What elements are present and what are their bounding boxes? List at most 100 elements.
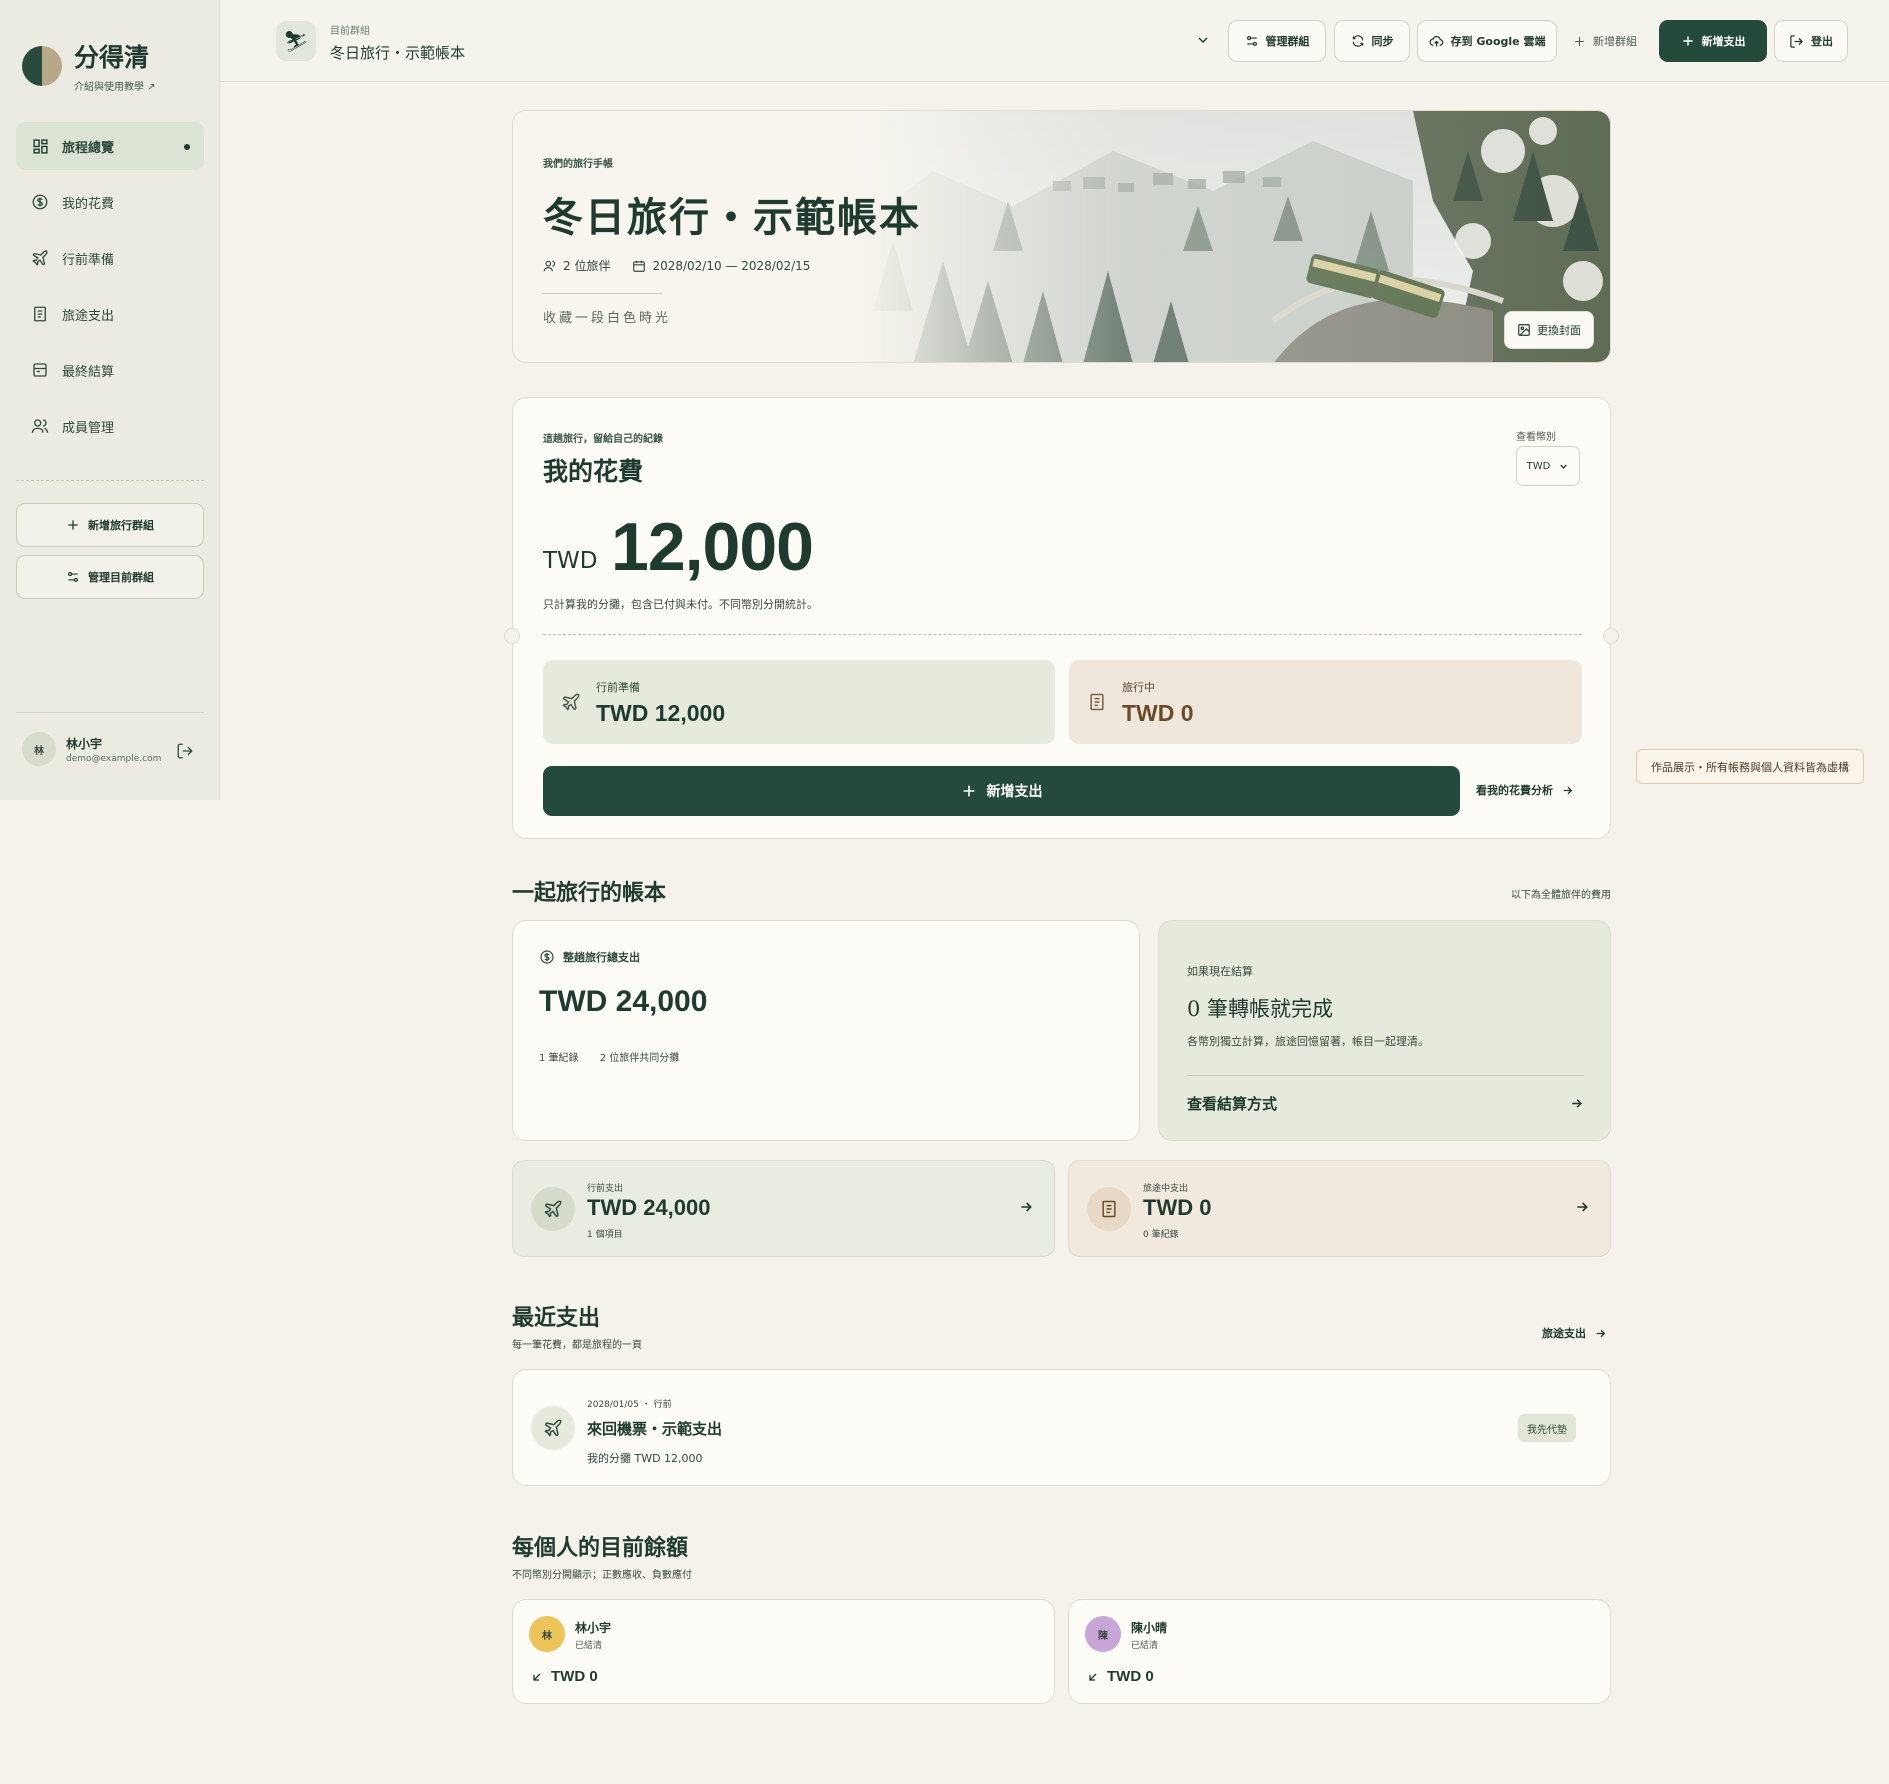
sidebar-item-label: 最終結算 — [62, 364, 115, 380]
expense-meta: 2028/01/05 ・ 行前 — [587, 1400, 672, 1410]
logout-label: 登出 — [1811, 35, 1833, 48]
arrow-right-icon — [1569, 1096, 1584, 1111]
member-balance-card[interactable]: 林 林小宇 已結清 TWD 0 — [512, 1599, 1055, 1704]
during-trip-value: TWD 0 — [1122, 700, 1194, 726]
new-group-label: 新增旅行群組 — [88, 519, 154, 532]
manage-group-button[interactable]: 管理目前群組 — [16, 555, 204, 599]
sidebar-item-label: 行前準備 — [62, 252, 115, 268]
trip-total-label: 整趟旅行總支出 — [539, 949, 640, 965]
expense-list-item[interactable]: 2028/01/05 ・ 行前 來回機票・示範支出 我的分攤 TWD 12,00… — [512, 1369, 1611, 1486]
sidebar-item-pre-trip[interactable]: 行前準備 — [16, 234, 204, 282]
shared-ledger-note: 以下為全體旅伴的費用 — [1511, 890, 1611, 901]
trip-tagline: 收藏一段白色時光 — [543, 311, 672, 326]
sharer-count: 2 位旅伴共同分攤 — [599, 1053, 680, 1064]
app-logo[interactable]: 分得清 介紹與使用教學 ↗ — [22, 38, 156, 93]
save-drive-label: 存到 Google 雲端 — [1450, 35, 1546, 48]
recent-expenses-title: 最近支出 — [512, 1305, 601, 1331]
plane-icon — [30, 248, 50, 268]
spending-analysis-link[interactable]: 看我的花費分析 — [1476, 782, 1574, 798]
user-profile[interactable]: 林 林小宇 demo@example.com — [22, 732, 161, 766]
sidebar-item-members[interactable]: 成員管理 — [16, 402, 204, 450]
balances-title: 每個人的目前餘額 — [512, 1535, 689, 1561]
new-expense-header-button[interactable]: 新增支出 — [1659, 20, 1767, 62]
ticket-notch — [504, 628, 520, 644]
currency-value: TWD — [1526, 460, 1551, 472]
avatar: 林 — [22, 732, 56, 766]
during-trip-expense-card[interactable]: 旅途中支出 TWD 0 0 筆紀錄 — [1068, 1160, 1611, 1257]
plus-icon — [1573, 35, 1586, 48]
cloud-upload-icon — [1429, 34, 1444, 49]
record-count: 1 筆紀錄 — [539, 1053, 579, 1064]
receipt-icon — [30, 304, 50, 324]
pre-trip-spending-box[interactable]: 行前準備 TWD 12,000 — [543, 660, 1055, 744]
pre-trip-value: TWD 12,000 — [596, 700, 726, 726]
sliders-icon — [1245, 34, 1259, 48]
manage-group-header-button[interactable]: 管理群組 — [1228, 20, 1326, 62]
top-header: ⛷ 目前群組 冬日旅行・示範帳本 管理群組 同步 存到 Google 雲端 新增… — [220, 0, 1889, 82]
receipt-icon — [1087, 692, 1107, 712]
new-group-label: 新增群組 — [1593, 35, 1637, 48]
pre-expense-label: 行前支出 — [587, 1184, 624, 1194]
pre-expense-count: 1 個項目 — [587, 1230, 623, 1240]
settle-subtitle: 各幣別獨立計算，旅途回憶留著，帳目一起理清。 — [1187, 1035, 1429, 1048]
sidebar-item-settlement[interactable]: 最終結算 — [16, 346, 204, 394]
sidebar: 分得清 介紹與使用教學 ↗ 旅程總覽 我的花費 行前準備 旅途支出 最終結算 成… — [0, 0, 220, 800]
trip-meta: 2 位旅伴 2028/02/10 — 2028/02/15 — [543, 257, 810, 274]
sidebar-item-trip-expenses[interactable]: 旅途支出 — [16, 290, 204, 338]
during-trip-label: 旅行中 — [1122, 681, 1155, 694]
chevron-down-icon — [1558, 461, 1569, 472]
new-expense-label: 新增支出 — [1701, 35, 1746, 48]
add-expense-button[interactable]: 新增支出 — [543, 766, 1460, 816]
sidebar-item-overview[interactable]: 旅程總覽 — [16, 122, 204, 170]
winter-train-cover-image — [853, 111, 1610, 362]
currency-select[interactable]: TWD — [1516, 446, 1580, 486]
manage-label: 管理群組 — [1265, 35, 1310, 48]
logout-button[interactable]: 登出 — [1774, 20, 1848, 62]
new-group-button[interactable]: 新增旅行群組 — [16, 503, 204, 547]
my-spending-title: 我的花費 — [543, 457, 644, 486]
plane-icon — [531, 1406, 575, 1450]
save-google-drive-button[interactable]: 存到 Google 雲端 — [1417, 20, 1557, 62]
member-balance: TWD 0 — [531, 1668, 598, 1685]
trip-expenses-link[interactable]: 旅途支出 — [1542, 1325, 1607, 1341]
avatar: 陳 — [1085, 1616, 1121, 1652]
my-spending-amount: 12,000 — [611, 509, 814, 585]
users-icon — [543, 259, 557, 273]
sync-button[interactable]: 同步 — [1334, 20, 1410, 62]
trip-total-meta: 1 筆紀錄 2 位旅伴共同分攤 — [539, 1049, 679, 1064]
sidebar-nav: 旅程總覽 我的花費 行前準備 旅途支出 最終結算 成員管理 — [16, 122, 204, 458]
during-trip-spending-box[interactable]: 旅行中 TWD 0 — [1069, 660, 1582, 744]
calendar-icon — [632, 259, 646, 273]
change-cover-button[interactable]: 更換封面 — [1504, 311, 1594, 349]
new-group-header-button[interactable]: 新增群組 — [1565, 20, 1645, 62]
dashboard-icon — [30, 136, 50, 156]
my-spending-note: 只計算我的分攤，包含已付與未付。不同幣別分開統計。 — [543, 598, 818, 611]
sidebar-item-my-spending[interactable]: 我的花費 — [16, 178, 204, 226]
current-group-name[interactable]: 冬日旅行・示範帳本 — [330, 42, 465, 63]
view-settlement-link[interactable]: 查看結算方式 — [1187, 1093, 1584, 1114]
sidebar-item-label: 我的花費 — [62, 196, 115, 212]
sidebar-item-label: 旅程總覽 — [62, 140, 115, 156]
receipt-icon — [1087, 1187, 1131, 1231]
trip-total-card[interactable]: 整趟旅行總支出 TWD 24,000 1 筆紀錄 2 位旅伴共同分攤 — [512, 920, 1140, 1141]
logout-icon — [1789, 34, 1804, 49]
analysis-link-label: 看我的花費分析 — [1476, 784, 1553, 797]
amount-currency: TWD — [543, 548, 598, 574]
arrow-down-left-icon — [1087, 1671, 1099, 1683]
sidebar-item-label: 旅途支出 — [62, 308, 115, 324]
tutorial-link[interactable]: 介紹與使用教學 ↗ — [74, 78, 156, 93]
app-name: 分得清 — [74, 43, 150, 72]
expense-title: 來回機票・示範支出 — [587, 1420, 723, 1438]
member-status: 已結清 — [1131, 1641, 1159, 1651]
plane-icon — [561, 692, 581, 712]
chevron-down-icon[interactable] — [1195, 32, 1211, 52]
pre-expense-value: TWD 24,000 — [587, 1195, 711, 1220]
trip-title: 冬日旅行・示範帳本 — [543, 194, 921, 241]
pre-trip-expense-card[interactable]: 行前支出 TWD 24,000 1 個項目 — [512, 1160, 1055, 1257]
total-label-text: 整趟旅行總支出 — [563, 951, 640, 964]
currency-label: 查看幣別 — [1516, 432, 1556, 443]
dollar-icon — [30, 192, 50, 212]
logout-icon[interactable] — [176, 742, 194, 764]
my-spending-kicker: 這趟旅行，留給自己的紀錄 — [543, 434, 663, 445]
member-balance-card[interactable]: 陳 陳小晴 已結清 TWD 0 — [1068, 1599, 1611, 1704]
